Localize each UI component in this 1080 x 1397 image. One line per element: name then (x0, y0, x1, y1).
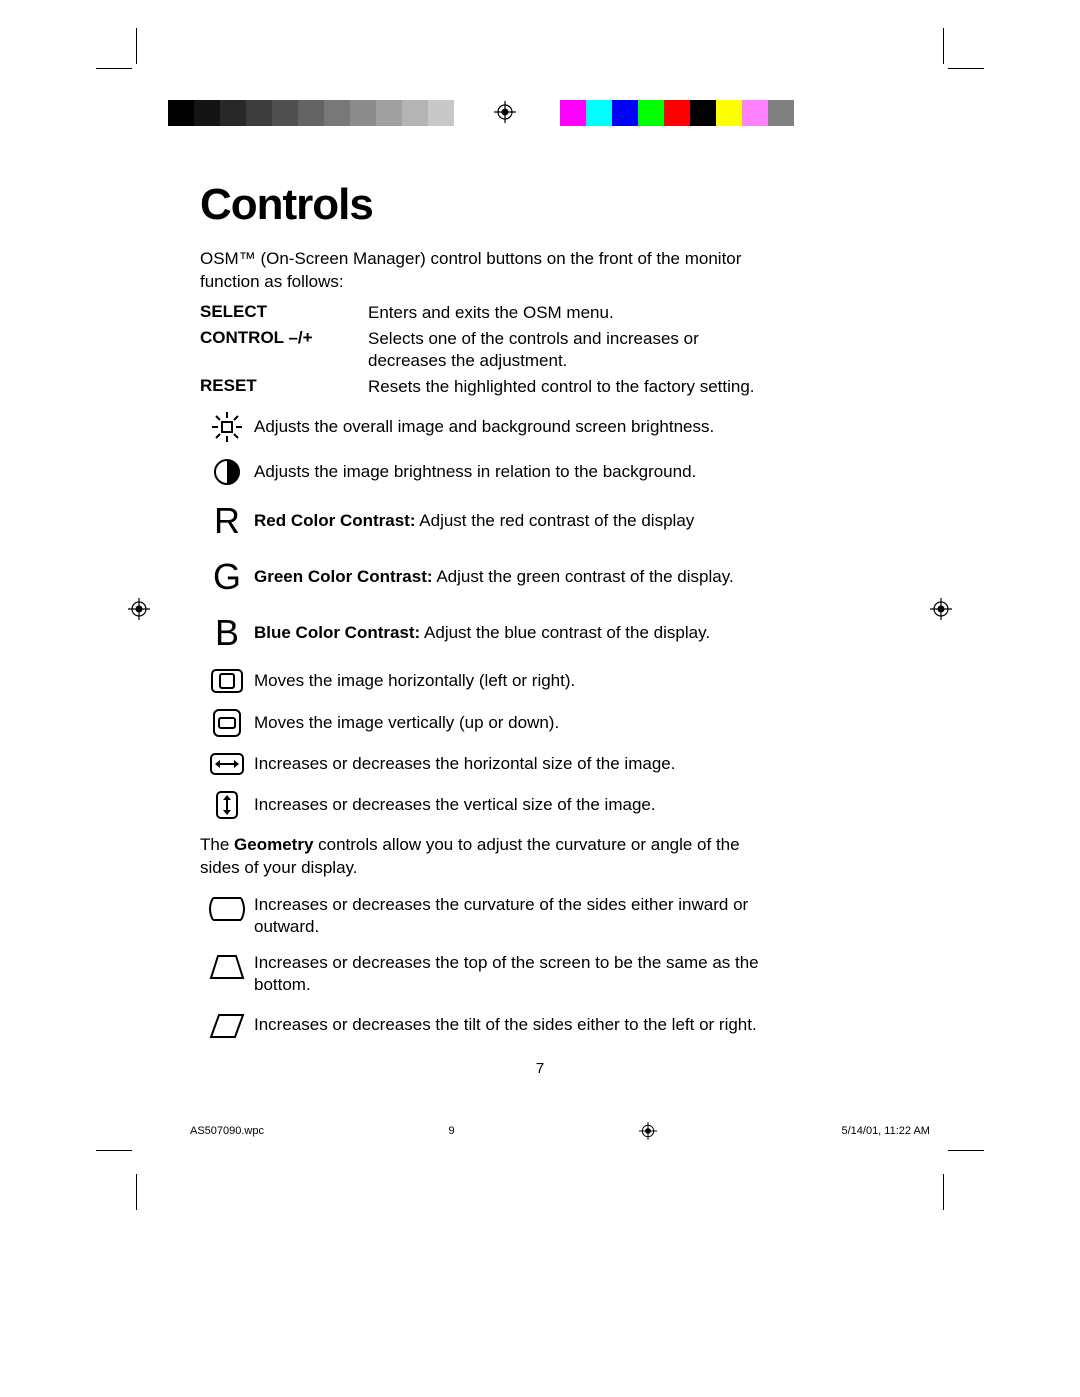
row-green: G Green Color Contrast: Adjust the green… (200, 556, 780, 598)
row-brightness: Adjusts the overall image and background… (200, 410, 780, 444)
slug-file: AS507090.wpc (190, 1125, 264, 1137)
label-reset: RESET (200, 374, 368, 400)
icon-list-2: Increases or decreases the curvature of … (200, 894, 780, 1040)
brightness-icon (200, 410, 254, 444)
desc-trapezoid: Increases or decreases the top of the sc… (254, 952, 780, 996)
page-number: 7 (536, 1060, 544, 1077)
registration-target-top (494, 101, 516, 123)
trapezoid-icon (200, 952, 254, 982)
b-letter-icon: B (200, 612, 254, 654)
registration-target-right (930, 598, 952, 620)
intro-text: OSM™ (On-Screen Manager) control buttons… (200, 248, 780, 294)
desc-vpos: Moves the image vertically (up or down). (254, 712, 780, 734)
slugline: AS507090.wpc 9 5/14/01, 11:22 AM (190, 1122, 930, 1140)
color-colorbar (560, 100, 820, 126)
row-red: R Red Color Contrast: Adjust the red con… (200, 500, 780, 542)
parallelogram-icon (200, 1011, 254, 1041)
desc-brightness: Adjusts the overall image and background… (254, 416, 780, 438)
g-letter-icon: G (200, 556, 254, 598)
crop-mark-tl (96, 28, 156, 88)
registration-target-bottom (639, 1122, 657, 1140)
row-hpos: Moves the image horizontally (left or ri… (200, 668, 780, 694)
desc-reset: Resets the highlighted control to the fa… (368, 374, 780, 400)
hsize-icon (200, 752, 254, 776)
desc-select: Enters and exits the OSM menu. (368, 300, 780, 326)
geometry-paragraph: The Geometry controls allow you to adjus… (200, 834, 780, 880)
crop-mark-tr (924, 28, 984, 88)
desc-green: Green Color Contrast: Adjust the green c… (254, 566, 780, 588)
page-title: Controls (200, 180, 780, 230)
slug-sheet: 9 (448, 1125, 454, 1137)
icon-list-1: Adjusts the overall image and background… (200, 410, 780, 820)
vsize-icon (200, 790, 254, 820)
desc-hsize: Increases or decreases the horizontal si… (254, 753, 780, 775)
row-trapezoid: Increases or decreases the top of the sc… (200, 952, 780, 996)
slug-datetime: 5/14/01, 11:22 AM (841, 1125, 929, 1137)
crop-mark-br (924, 1150, 984, 1210)
row-pincushion: Increases or decreases the curvature of … (200, 894, 780, 938)
desc-contrast: Adjusts the image brightness in relation… (254, 461, 780, 483)
desc-red: Red Color Contrast: Adjust the red contr… (254, 510, 780, 532)
desc-vsize: Increases or decreases the vertical size… (254, 794, 780, 816)
grayscale-colorbar (168, 100, 480, 126)
registration-target-left (128, 598, 150, 620)
page: Controls OSM™ (On-Screen Manager) contro… (0, 0, 1080, 1397)
contrast-icon (200, 458, 254, 486)
content-area: Controls OSM™ (On-Screen Manager) contro… (200, 180, 780, 1055)
desc-pincushion: Increases or decreases the curvature of … (254, 894, 780, 938)
button-table: SELECT Enters and exits the OSM menu. CO… (200, 300, 780, 400)
desc-control: Selects one of the controls and increase… (368, 326, 780, 374)
r-letter-icon: R (200, 500, 254, 542)
label-select: SELECT (200, 300, 368, 326)
vpos-icon (200, 708, 254, 738)
row-contrast: Adjusts the image brightness in relation… (200, 458, 780, 486)
crop-mark-bl (96, 1150, 156, 1210)
pincushion-icon (200, 894, 254, 924)
desc-blue: Blue Color Contrast: Adjust the blue con… (254, 622, 780, 644)
row-hsize: Increases or decreases the horizontal si… (200, 752, 780, 776)
row-vpos: Moves the image vertically (up or down). (200, 708, 780, 738)
desc-hpos: Moves the image horizontally (left or ri… (254, 670, 780, 692)
row-blue: B Blue Color Contrast: Adjust the blue c… (200, 612, 780, 654)
hpos-icon (200, 668, 254, 694)
row-vsize: Increases or decreases the vertical size… (200, 790, 780, 820)
label-control: CONTROL –/+ (200, 326, 368, 374)
row-parallelogram: Increases or decreases the tilt of the s… (200, 1011, 780, 1041)
desc-parallelogram: Increases or decreases the tilt of the s… (254, 1014, 780, 1036)
